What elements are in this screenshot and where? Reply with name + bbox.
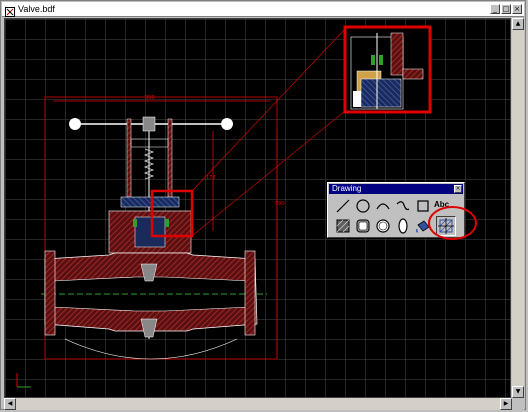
handwheel-knob-right bbox=[221, 118, 233, 130]
spline-tool-button[interactable] bbox=[394, 197, 412, 215]
rounded-rectangle-icon bbox=[356, 219, 370, 233]
minimize-button[interactable]: _ bbox=[490, 4, 500, 14]
scroll-up-button[interactable]: ▲ bbox=[512, 18, 524, 30]
scroll-left-button[interactable]: ◀ bbox=[4, 398, 16, 410]
vertical-scrollbar[interactable]: ▲ ▼ bbox=[512, 18, 524, 398]
horizontal-scrollbar[interactable]: ◀ ▶ bbox=[4, 398, 512, 410]
height-dimension: 590 bbox=[275, 201, 285, 207]
width-dimension: 350 bbox=[145, 95, 155, 101]
spline-icon bbox=[396, 201, 410, 211]
window-titlebar[interactable]: Valve.bdf _ □ × bbox=[2, 2, 524, 17]
maximize-button[interactable]: □ bbox=[501, 4, 511, 14]
highlight-circle bbox=[428, 206, 477, 240]
hatch-rectangle-icon bbox=[336, 219, 350, 233]
arc-icon bbox=[376, 203, 390, 210]
palette-title[interactable]: Drawing bbox=[329, 184, 463, 194]
palette-close-button[interactable]: × bbox=[454, 185, 462, 193]
close-button[interactable]: × bbox=[512, 4, 522, 14]
hatch-rectangle-tool-button[interactable] bbox=[334, 217, 352, 235]
handwheel-knob-left bbox=[69, 118, 81, 130]
rounded-rectangle-tool-button[interactable] bbox=[354, 217, 372, 235]
scrollbar-corner bbox=[512, 398, 524, 410]
scroll-down-button[interactable]: ▼ bbox=[512, 386, 524, 398]
rectangle-icon bbox=[417, 200, 429, 212]
document-icon bbox=[5, 4, 15, 17]
ellipse-icon bbox=[398, 218, 408, 234]
inner-dimension: 178 bbox=[206, 175, 216, 181]
line-icon bbox=[336, 199, 350, 213]
filled-circle-icon bbox=[376, 219, 390, 233]
circle-icon bbox=[356, 199, 370, 213]
zoom-detail bbox=[343, 25, 432, 114]
ellipse-tool-button[interactable] bbox=[394, 217, 412, 235]
line-tool-button[interactable] bbox=[334, 197, 352, 215]
scroll-right-button[interactable]: ▶ bbox=[500, 398, 512, 410]
arc-tool-button[interactable] bbox=[374, 197, 392, 215]
filled-circle-tool-button[interactable] bbox=[374, 217, 392, 235]
rectangle-tool-button[interactable] bbox=[414, 197, 432, 215]
window-title: Valve.bdf bbox=[18, 4, 55, 14]
circle-tool-button[interactable] bbox=[354, 197, 372, 215]
